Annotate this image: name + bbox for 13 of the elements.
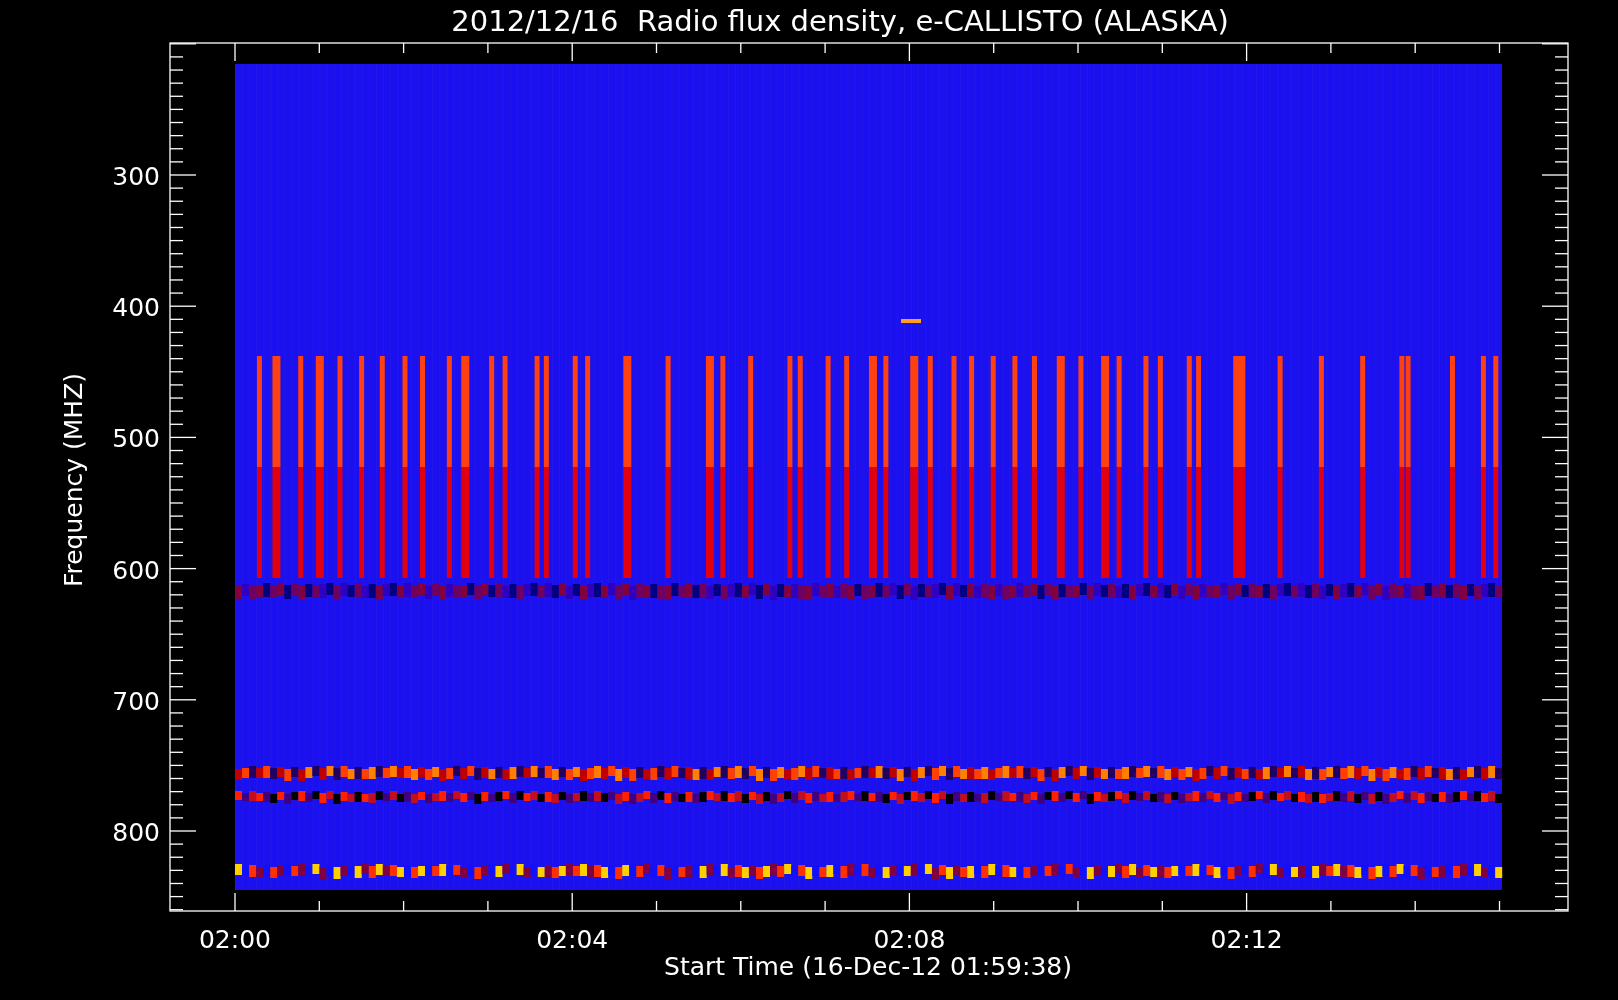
x-axis-label: Start Time (16-Dec-12 01:59:38) <box>664 952 1072 981</box>
y-axis-label: Frequency (MHZ) <box>59 372 88 588</box>
y-tick-label: 400 <box>112 293 160 323</box>
y-tick-label: 300 <box>112 162 160 191</box>
x-tick-label: 02:00 <box>199 925 271 954</box>
y-tick-label: 600 <box>112 555 160 585</box>
x-tick-label: 02:12 <box>1210 925 1283 954</box>
chart-title: 2012/12/16 Radio flux density, e-CALLISTO (ALASKA) <box>451 4 1229 38</box>
x-tick-label: 02:08 <box>873 925 946 954</box>
y-tick-label: 800 <box>112 818 160 847</box>
y-tick-label: 500 <box>112 424 160 454</box>
x-tick-label: 02:04 <box>536 925 609 954</box>
y-tick-label: 700 <box>112 686 160 716</box>
